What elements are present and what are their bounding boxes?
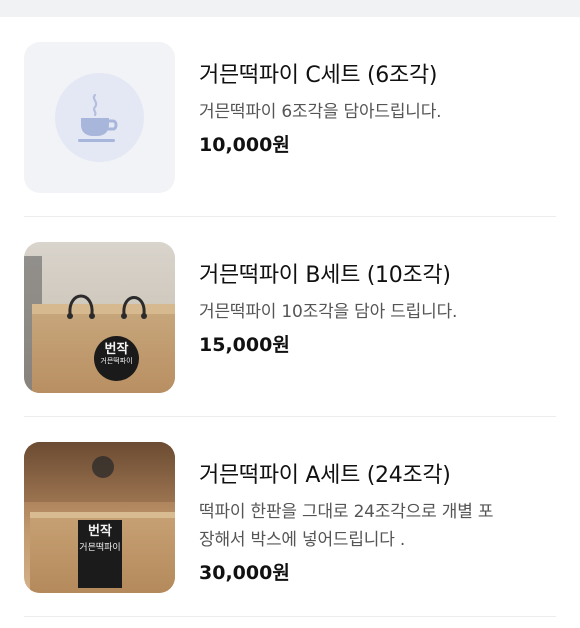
- menu-item-thumbnail: 번작 거믄떡파이: [24, 442, 175, 593]
- menu-item-thumbnail: 번작 거믄떡파이: [24, 242, 175, 393]
- menu-item-name: 거믄떡파이 B세트 (10조각): [199, 263, 451, 288]
- menu-item-price: 30,000원: [199, 562, 290, 584]
- top-bar: [0, 0, 580, 17]
- menu-item[interactable]: 번작 거믄떡파이 거믄떡파이 B세트 (10조각) 거믄떡파이 10조각을 담아…: [0, 217, 580, 417]
- coffee-cup-icon: [78, 93, 118, 142]
- brand-label: 번작 거믄떡파이: [78, 520, 122, 588]
- menu-item-name: 거믄떡파이 C세트 (6조각): [199, 63, 438, 88]
- menu-item-info: 거믄떡파이 C세트 (6조각) 거믄떡파이 6조각을 담아드립니다. 10,00…: [199, 61, 556, 158]
- menu-list: 거믄떡파이 C세트 (6조각) 거믄떡파이 6조각을 담아드립니다. 10,00…: [0, 17, 580, 617]
- divider: [24, 616, 556, 617]
- menu-item-description: 거믄떡파이 6조각을 담아드립니다.: [199, 102, 442, 122]
- menu-item-description: 떡파이 한판을 그대로 24조각으로 개별 포장해서 박스에 넣어드립니다 .: [199, 502, 494, 550]
- menu-item-info: 거믄떡파이 A세트 (24조각) 떡파이 한판을 그대로 24조각으로 개별 포…: [199, 461, 556, 586]
- menu-item[interactable]: 거믄떡파이 C세트 (6조각) 거믄떡파이 6조각을 담아드립니다. 10,00…: [0, 17, 580, 217]
- menu-item-thumbnail: [24, 42, 175, 193]
- menu-item-description: 거믄떡파이 10조각을 담아 드립니다.: [199, 302, 458, 322]
- placeholder-circle: [55, 73, 144, 162]
- menu-item[interactable]: 번작 거믄떡파이 거믄떡파이 A세트 (24조각) 떡파이 한판을 그대로 24…: [0, 417, 580, 617]
- brand-sticker: 번작 거믄떡파이: [94, 336, 139, 381]
- menu-item-info: 거믄떡파이 B세트 (10조각) 거믄떡파이 10조각을 담아 드립니다. 15…: [199, 261, 556, 358]
- kraft-gift-box-photo: 번작 거믄떡파이: [24, 242, 175, 393]
- menu-item-name: 거믄떡파이 A세트 (24조각): [199, 463, 451, 488]
- image-placeholder: [24, 42, 175, 193]
- menu-item-price: 15,000원: [199, 334, 290, 356]
- kraft-box-tray-photo: 번작 거믄떡파이: [24, 442, 175, 593]
- menu-item-price: 10,000원: [199, 134, 290, 156]
